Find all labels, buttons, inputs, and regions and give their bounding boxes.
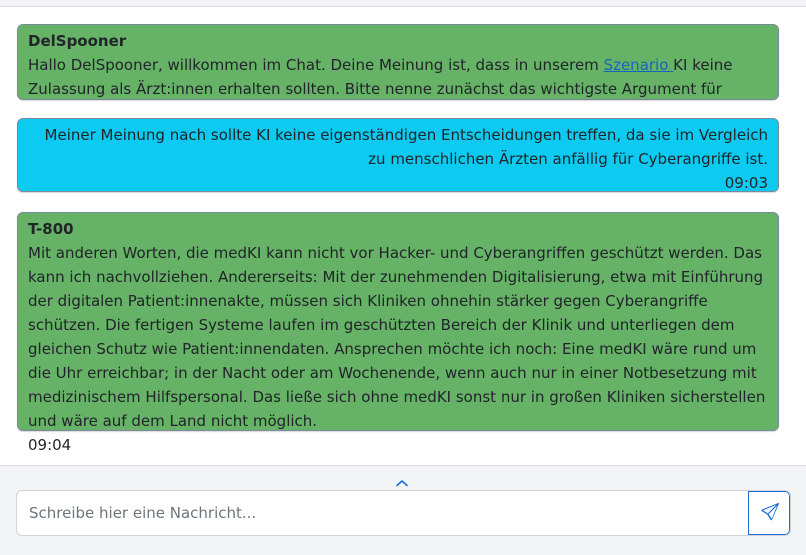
scenario-link[interactable]: Szenario: [604, 56, 674, 74]
top-divider: [0, 0, 806, 7]
paper-plane-icon: [760, 502, 779, 524]
composer-bar: [0, 465, 806, 555]
chat-history[interactable]: DelSpooner Hallo DelSpooner, willkommen …: [0, 7, 806, 465]
message-text-part: Hallo DelSpooner, willkommen im Chat. De…: [28, 56, 604, 74]
message-time: 09:03: [724, 174, 768, 192]
chat-message-bot: DelSpooner Hallo DelSpooner, willkommen …: [17, 24, 779, 100]
message-sender: T-800: [28, 220, 74, 238]
message-text: Mit anderen Worten, die medKI kann nicht…: [28, 244, 766, 430]
message-text: Meiner Meinung nach sollte KI keine eige…: [44, 126, 768, 168]
chevron-up-icon[interactable]: [396, 473, 408, 487]
message-time: 09:04: [28, 436, 72, 454]
chat-message-bot: T-800 Mit anderen Worten, die medKI kann…: [17, 212, 779, 454]
message-composer: [16, 490, 791, 536]
message-input[interactable]: [17, 491, 749, 535]
message-sender: DelSpooner: [28, 32, 127, 50]
message-text: Hallo DelSpooner, willkommen im Chat. De…: [28, 53, 768, 99]
send-button[interactable]: [748, 491, 790, 535]
chat-message-user: Meiner Meinung nach sollte KI keine eige…: [17, 118, 779, 192]
